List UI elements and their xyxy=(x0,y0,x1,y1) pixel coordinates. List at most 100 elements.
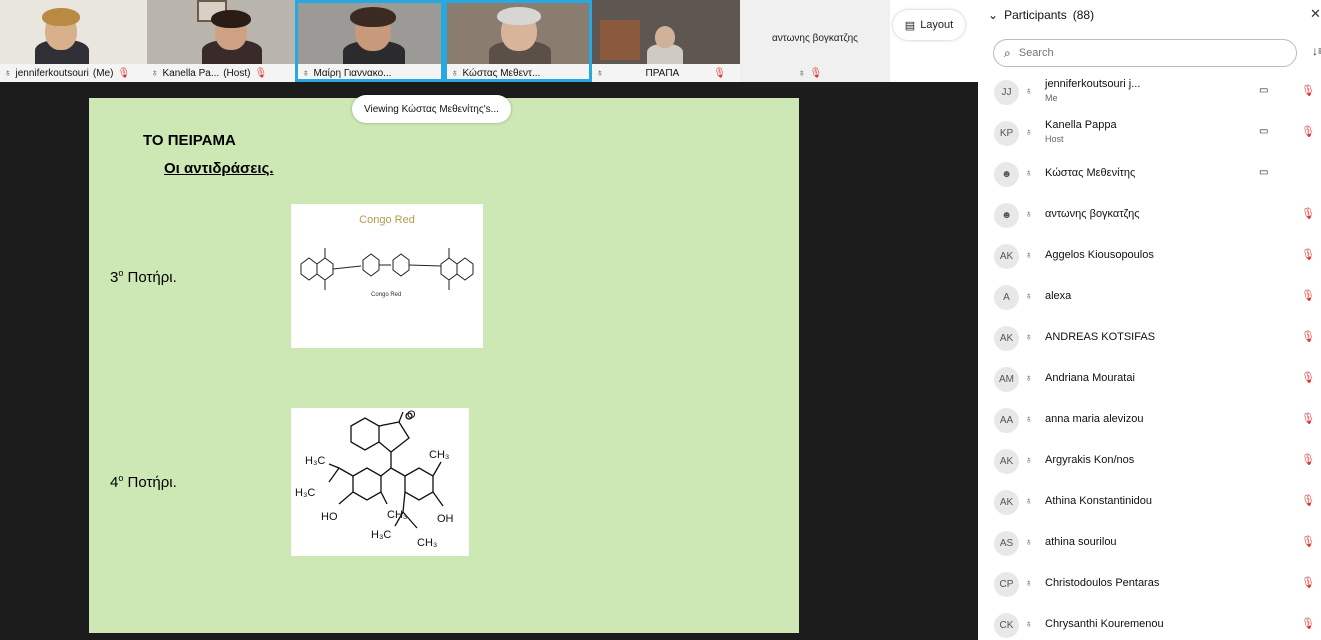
avatar: AS xyxy=(994,531,1019,556)
audio-icon: ♁ xyxy=(1025,127,1033,138)
participant-row[interactable]: JJ ♁ jenniferkoutsouri j... Me ▭ 🎙 xyxy=(978,72,1321,112)
congo-red-diagram xyxy=(300,248,474,290)
svg-text:O: O xyxy=(407,409,416,421)
tile-namebar: ♁ ΠΡΑΠΑ 🎙 xyxy=(592,64,740,82)
participant-role: Host xyxy=(1045,134,1064,144)
tile-name: jenniferkoutsouri xyxy=(15,67,89,79)
avatar: AM xyxy=(994,367,1019,392)
tile-namebar: ♁ Kanella Pa... (Host) 🎙 xyxy=(147,64,295,82)
mic-muted-icon: 🎙 xyxy=(1301,536,1315,548)
audio-icon: ♁ xyxy=(1025,86,1033,97)
participant-name: ANDREAS KOTSIFAS xyxy=(1045,331,1156,343)
tile-namebar: ♁ 🎙 xyxy=(740,64,890,82)
avatar: CK xyxy=(994,613,1019,638)
mic-muted-icon: 🎙 xyxy=(1301,249,1315,261)
video-tile-mairi[interactable]: ♁ Μαίρη Γιαννακο... xyxy=(295,0,444,82)
video-tile-antonis[interactable]: αντωνης βογκατζης ♁ 🎙 xyxy=(740,0,890,82)
tile-namebar: ♁ jenniferkoutsouri (Me) 🎙 xyxy=(0,64,147,82)
video-feed xyxy=(592,0,740,64)
participants-search[interactable]: ⌕ xyxy=(993,39,1297,67)
participant-row[interactable]: KP ♁ Kanella Pappa Host ▭ 🎙 xyxy=(978,113,1321,153)
slide-cup-4: 4ο Ποτήρι. xyxy=(110,473,177,491)
participant-name: αντωνης βογκατζης xyxy=(1045,208,1140,220)
shared-slide: ΤΟ ΠΕΙΡΑΜΑ Οι αντιδράσεις. 3ο Ποτήρι. 4ο… xyxy=(89,98,799,633)
mic-muted-icon: 🎙 xyxy=(1301,413,1315,425)
audio-wave-icon: ♁ xyxy=(451,67,459,79)
slide-title: ΤΟ ΠΕΙΡΑΜΑ xyxy=(143,132,236,149)
shared-screen-area: ΤΟ ΠΕΙΡΑΜΑ Οι αντιδράσεις. 3ο Ποτήρι. 4ο… xyxy=(0,82,978,640)
participant-row[interactable]: AS ♁ athina sourilou 🎙 xyxy=(978,523,1321,563)
participant-name: anna maria alevizou xyxy=(1045,413,1144,425)
participants-panel: ⌄ Participants (88) ✕ ⌕ ↓≡ JJ ♁ jenniferko… xyxy=(978,0,1321,640)
participant-row[interactable]: CK ♁ Chrysanthi Kouremenou 🎙 xyxy=(978,605,1321,640)
participant-name: Athina Konstantinidou xyxy=(1045,495,1153,507)
participant-row[interactable]: ☻ ♁ Κώστας Μεθενίτης ▭ xyxy=(978,154,1321,194)
cup-ordinal: ο xyxy=(118,268,124,278)
audio-wave-icon: ♁ xyxy=(798,67,806,79)
participant-name: athina sourilou xyxy=(1045,536,1117,548)
camera-icon: ▭ xyxy=(1259,167,1269,178)
tile-name: Kanella Pa... xyxy=(162,67,220,79)
slide-subtitle: Οι αντιδράσεις. xyxy=(164,160,274,177)
cup-ordinal: ο xyxy=(118,473,124,483)
camera-icon: ▭ xyxy=(1259,126,1269,137)
participant-name: Christodoulos Pentaras xyxy=(1045,577,1160,589)
participant-row[interactable]: A ♁ alexa 🎙 xyxy=(978,277,1321,317)
audio-icon: ♁ xyxy=(1025,496,1033,507)
avatar: AK xyxy=(994,326,1019,351)
participant-row[interactable]: AM ♁ Andriana Mouratai 🎙 xyxy=(978,359,1321,399)
participant-row[interactable]: AK ♁ Athina Konstantinidou 🎙 xyxy=(978,482,1321,522)
participant-row[interactable]: AK ♁ ANDREAS KOTSIFAS 🎙 xyxy=(978,318,1321,358)
audio-icon: ♁ xyxy=(1025,168,1033,179)
avatar: AK xyxy=(994,244,1019,269)
layout-button[interactable]: ▤ Layout xyxy=(893,10,965,40)
tile-namebar: ♁ Μαίρη Γιαννακο... xyxy=(298,64,441,79)
congo-red-structure: Congo Red Congo Red xyxy=(291,204,483,348)
audio-icon: ♁ xyxy=(1025,332,1033,343)
participant-row[interactable]: AK ♁ Argyrakis Kon/nos 🎙 xyxy=(978,441,1321,481)
thymolphthalein-structure: H₃C H₃C HO CH₃ OH CH₃ H₃C CH₃ O xyxy=(291,408,469,556)
audio-icon: ♁ xyxy=(1025,250,1033,261)
audio-icon: ♁ xyxy=(1025,578,1033,589)
audio-icon: ♁ xyxy=(1025,209,1033,220)
participant-row[interactable]: CP ♁ Christodoulos Pentaras 🎙 xyxy=(978,564,1321,604)
avatar: AK xyxy=(994,490,1019,515)
tile-name-centered: αντωνης βογκατζης xyxy=(772,33,858,44)
audio-wave-icon: ♁ xyxy=(4,67,12,79)
participant-role: Me xyxy=(1045,93,1058,103)
close-icon[interactable]: ✕ xyxy=(1310,6,1321,22)
video-tile-kostas[interactable]: ♁ Κώστας Μεθεντ... xyxy=(444,0,592,82)
avatar: A xyxy=(994,285,1019,310)
tile-name: Κώστας Μεθεντ... xyxy=(462,67,541,79)
meeting-window: ♁ jenniferkoutsouri (Me) 🎙 ♁ Kanella Pa.… xyxy=(0,0,1321,640)
audio-icon: ♁ xyxy=(1025,291,1033,302)
participants-header[interactable]: ⌄ Participants (88) xyxy=(988,8,1094,22)
participant-row[interactable]: ☻ ♁ αντωνης βογκατζης 🎙 xyxy=(978,195,1321,235)
audio-icon: ♁ xyxy=(1025,619,1033,630)
mic-muted-icon: 🎙 xyxy=(254,67,268,79)
participant-name: alexa xyxy=(1045,290,1072,302)
chevron-down-icon: ⌄ xyxy=(988,8,999,22)
sort-icon[interactable]: ↓≡ xyxy=(1312,44,1321,58)
mic-muted-icon: 🎙 xyxy=(1301,577,1315,589)
search-input[interactable] xyxy=(1018,47,1259,59)
slide-cup-3: 3ο Ποτήρι. xyxy=(110,268,177,286)
participant-row[interactable]: AK ♁ Aggelos Kiousopoulos 🎙 xyxy=(978,236,1321,276)
avatar: JJ xyxy=(994,80,1019,105)
video-tile-kanella[interactable]: ♁ Kanella Pa... (Host) 🎙 xyxy=(147,0,295,82)
video-tile-jennifer[interactable]: ♁ jenniferkoutsouri (Me) 🎙 xyxy=(0,0,147,82)
mic-muted-icon: 🎙 xyxy=(809,67,823,79)
video-strip: ♁ jenniferkoutsouri (Me) 🎙 ♁ Kanella Pa.… xyxy=(0,0,978,82)
svg-text:H₃C: H₃C xyxy=(305,455,325,467)
cup-label: Ποτήρι. xyxy=(127,474,177,491)
avatar: AA xyxy=(994,408,1019,433)
mic-muted-icon: 🎙 xyxy=(1301,495,1315,507)
svg-text:CH₃: CH₃ xyxy=(429,449,449,461)
mic-muted-icon: 🎙 xyxy=(1301,126,1315,138)
tile-namebar: ♁ Κώστας Μεθεντ... xyxy=(447,64,589,79)
participant-row[interactable]: AA ♁ anna maria alevizou 🎙 xyxy=(978,400,1321,440)
video-feed xyxy=(0,0,147,66)
avatar: KP xyxy=(994,121,1019,146)
avatar: CP xyxy=(994,572,1019,597)
video-tile-prapa[interactable]: ♁ ΠΡΑΠΑ 🎙 xyxy=(592,0,740,82)
